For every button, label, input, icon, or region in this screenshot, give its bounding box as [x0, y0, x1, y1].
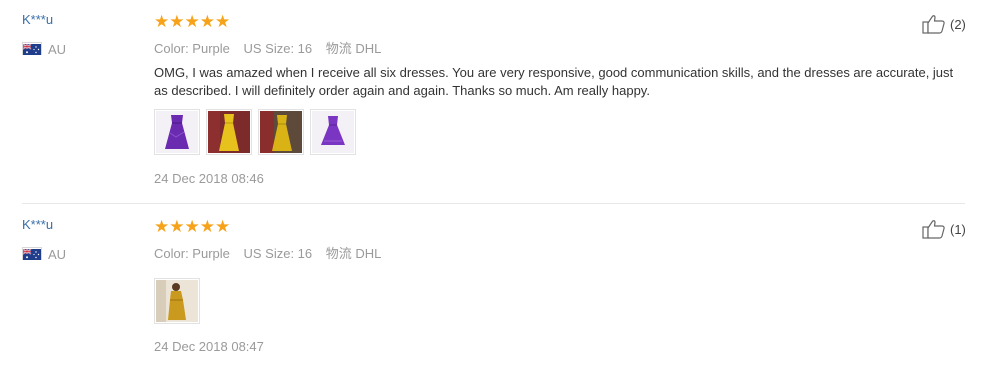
review-date: 24 Dec 2018 08:47 [154, 339, 264, 354]
review-photo-thumbnail[interactable] [206, 109, 252, 155]
australia-flag-icon [22, 42, 42, 55]
star-rating: ★★★★★ [154, 217, 231, 236]
reviewer-name[interactable]: K***u [22, 12, 53, 27]
order-attributes: Color: Purple US Size: 16 物流 DHL [154, 38, 391, 57]
yellow-dress-photo-icon [260, 111, 302, 153]
purple-dress-photo-icon [156, 111, 198, 153]
helpful-count: (1) [950, 221, 966, 237]
size-attribute: US Size: 16 [243, 246, 313, 261]
order-attributes: Color: Purple US Size: 16 物流 DHL [154, 243, 391, 262]
purple-dress-photo-icon [312, 111, 354, 153]
review-photo-thumbnail[interactable] [258, 109, 304, 155]
mustard-dress-photo-icon [156, 280, 198, 322]
color-attribute: Color: Purple [154, 246, 230, 261]
reviewer-country: AU [22, 247, 66, 262]
thumbs-up-icon [922, 15, 945, 34]
review-photo-thumbnail[interactable] [310, 109, 356, 155]
size-attribute: US Size: 16 [243, 41, 313, 56]
country-code: AU [48, 42, 67, 57]
review-text: OMG, I was amazed when I receive all six… [154, 65, 954, 98]
review-item: K***u AU ★★★★★ Color: Purple US Size: 16… [0, 0, 1000, 203]
helpful-button[interactable]: (2) [922, 14, 966, 34]
helpful-count: (2) [950, 16, 966, 32]
reviewer-country: AU [22, 42, 66, 57]
review-date: 24 Dec 2018 08:46 [154, 171, 264, 186]
review-photo-thumbnail[interactable] [154, 109, 200, 155]
helpful-button[interactable]: (1) [922, 219, 966, 239]
review-photos [154, 109, 356, 155]
country-code: AU [48, 247, 67, 262]
star-rating: ★★★★★ [154, 12, 231, 31]
australia-flag-icon [22, 247, 42, 260]
review-photo-thumbnail[interactable] [154, 278, 200, 324]
shipping-attribute: 物流 DHL [325, 246, 382, 261]
shipping-attribute: 物流 DHL [325, 41, 382, 56]
review-photos [154, 278, 200, 324]
reviewer-name[interactable]: K***u [22, 217, 53, 232]
yellow-dress-photo-icon [208, 111, 250, 153]
review-item: K***u AU ★★★★★ Color: Purple US Size: 16… [0, 204, 1000, 367]
thumbs-up-icon [922, 220, 945, 239]
color-attribute: Color: Purple [154, 41, 230, 56]
